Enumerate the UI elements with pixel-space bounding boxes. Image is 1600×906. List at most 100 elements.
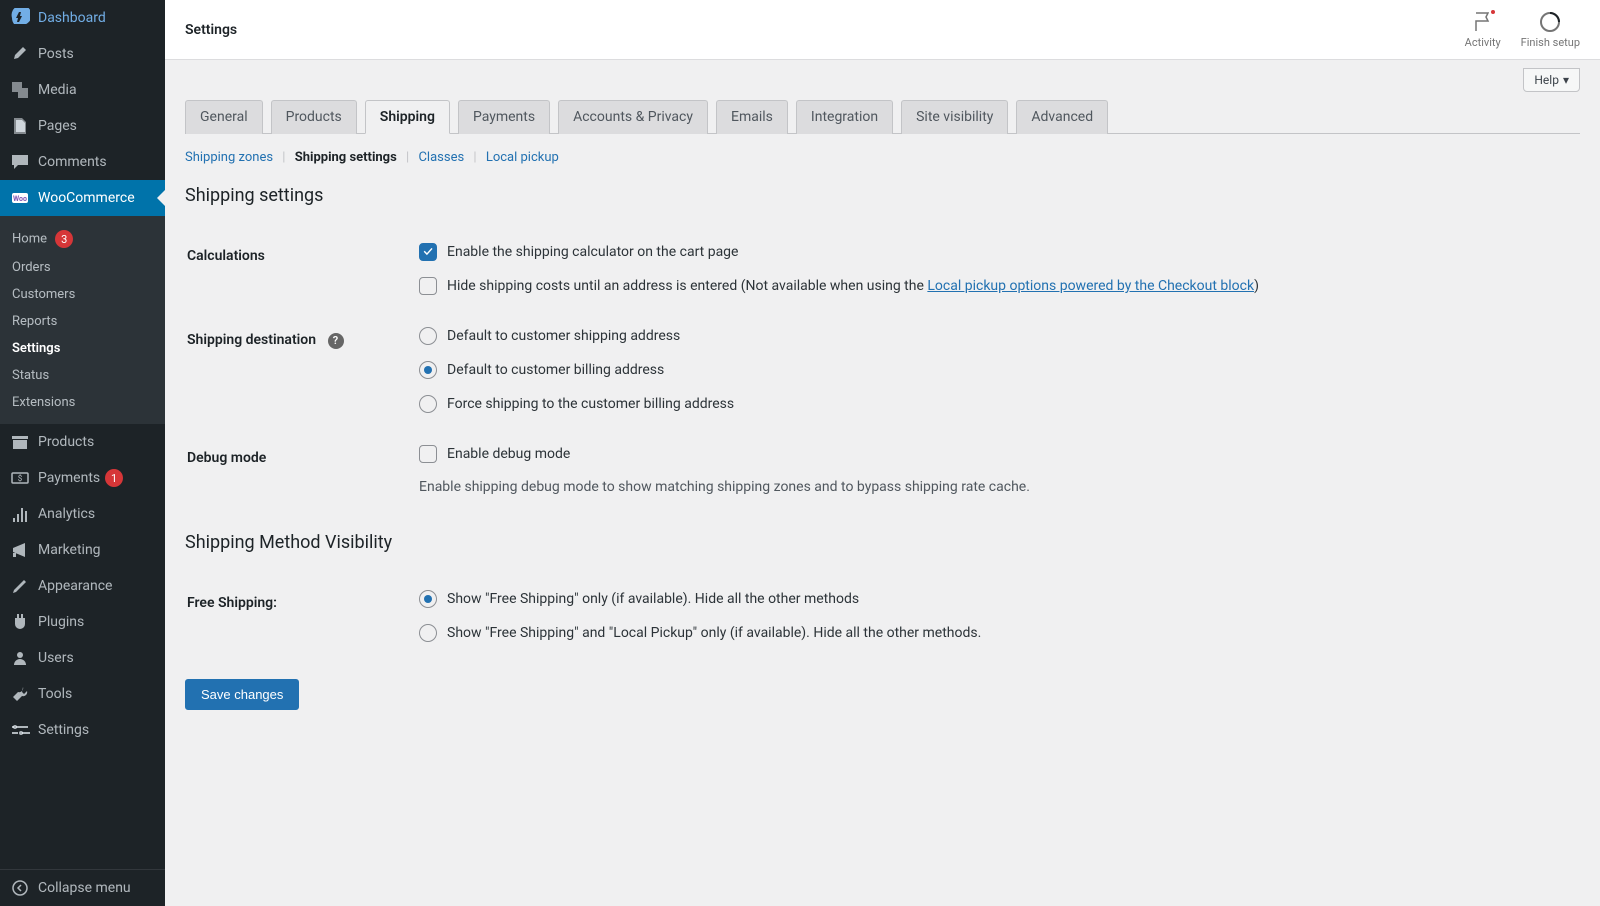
enable-calculator-checkbox[interactable] [419,243,437,261]
badge: 3 [55,230,73,248]
tools-icon [10,684,30,704]
section-heading: Shipping settings [185,185,1580,206]
help-tooltip-icon[interactable]: ? [328,333,344,349]
submenu-customers[interactable]: Customers [0,281,165,308]
freeship-local-text: Show "Free Shipping" and "Local Pickup" … [447,625,981,641]
submenu-reports[interactable]: Reports [0,308,165,335]
sidebar-item-posts[interactable]: Posts [0,36,165,72]
collapse-menu[interactable]: Collapse menu [0,869,165,906]
destination-label: Shipping destination ? [187,312,407,428]
tab-products[interactable]: Products [271,100,357,134]
help-label: Help [1534,73,1559,87]
sidebar-label: Tools [38,686,72,702]
submenu-label: Customers [12,287,75,302]
dest-billing-text: Default to customer billing address [447,362,664,378]
tab-general[interactable]: General [185,100,263,134]
sidebar-item-comments[interactable]: Comments [0,144,165,180]
sidebar-item-users[interactable]: Users [0,640,165,676]
topbar: Settings Activity Finish setup [165,0,1600,60]
sidebar-item-appearance[interactable]: Appearance [0,568,165,604]
sidebar-item-plugins[interactable]: Plugins [0,604,165,640]
admin-sidebar: Dashboard Posts Media Pages Comments Woo… [0,0,165,906]
analytics-icon [10,504,30,524]
save-button[interactable]: Save changes [185,679,299,710]
sidebar-label: Appearance [38,578,112,594]
sidebar-item-analytics[interactable]: Analytics [0,496,165,532]
local-pickup-link[interactable]: Local pickup options powered by the Chec… [927,278,1254,294]
tab-advanced[interactable]: Advanced [1016,100,1108,134]
tab-site-visibility[interactable]: Site visibility [901,100,1008,134]
submenu-label: Reports [12,314,57,329]
users-icon [10,648,30,668]
dest-force-radio[interactable] [419,395,437,413]
settings-icon [10,720,30,740]
subtab-shipping-zones[interactable]: Shipping zones [185,150,273,165]
separator: | [282,150,285,165]
separator: | [406,150,409,165]
section-heading: Shipping Method Visibility [185,532,1580,553]
badge: 1 [105,469,123,487]
sidebar-item-settings[interactable]: Settings [0,712,165,748]
finish-setup-label: Finish setup [1521,36,1580,49]
sidebar-item-dashboard[interactable]: Dashboard [0,0,165,36]
sidebar-label: Marketing [38,542,101,558]
sidebar-item-payments[interactable]: $ Payments 1 [0,460,165,496]
freeship-local-radio[interactable] [419,624,437,642]
comments-icon [10,152,30,172]
pages-icon [10,116,30,136]
freeship-only-radio[interactable] [419,590,437,608]
hide-costs-text: Hide shipping costs until an address is … [447,278,1259,294]
tab-accounts-privacy[interactable]: Accounts & Privacy [558,100,708,134]
woocommerce-submenu: Home 3 Orders Customers Reports Settings… [0,216,165,424]
sidebar-item-products[interactable]: Products [0,424,165,460]
sidebar-item-marketing[interactable]: Marketing [0,532,165,568]
submenu-status[interactable]: Status [0,362,165,389]
page-title: Settings [185,22,237,38]
sidebar-label: Settings [38,722,89,738]
activity-button[interactable]: Activity [1465,10,1501,49]
pin-icon [10,44,30,64]
shipping-subtabs: Shipping zones | Shipping settings | Cla… [185,150,1580,165]
svg-text:Woo: Woo [13,195,27,203]
archive-icon [10,432,30,452]
appearance-icon [10,576,30,596]
dest-billing-radio[interactable] [419,361,437,379]
sidebar-item-woocommerce[interactable]: Woo WooCommerce [0,180,165,216]
collapse-label: Collapse menu [38,880,131,896]
sidebar-label: Payments [38,470,100,486]
sidebar-item-media[interactable]: Media [0,72,165,108]
tab-payments[interactable]: Payments [458,100,550,134]
debug-description: Enable shipping debug mode to show match… [419,479,1568,495]
subtab-local-pickup[interactable]: Local pickup [486,150,559,165]
dest-shipping-radio[interactable] [419,327,437,345]
collapse-icon [10,878,30,898]
subtab-shipping-settings[interactable]: Shipping settings [295,150,397,165]
marketing-icon [10,540,30,560]
woo-icon: Woo [10,188,30,208]
subtab-classes[interactable]: Classes [418,150,464,165]
hide-costs-checkbox[interactable] [419,277,437,295]
submenu-label: Home [12,232,47,247]
debug-checkbox[interactable] [419,445,437,463]
topbar-actions: Activity Finish setup [1465,10,1580,49]
submenu-home[interactable]: Home 3 [0,224,165,254]
sidebar-item-pages[interactable]: Pages [0,108,165,144]
tab-emails[interactable]: Emails [716,100,788,134]
tab-integration[interactable]: Integration [796,100,893,134]
sidebar-item-tools[interactable]: Tools [0,676,165,712]
finish-setup-button[interactable]: Finish setup [1521,10,1580,49]
enable-calculator-text: Enable the shipping calculator on the ca… [447,244,738,260]
content-area: Settings Activity Finish setup Help ▾ Ge… [165,0,1600,906]
dest-shipping-text: Default to customer shipping address [447,328,680,344]
help-button[interactable]: Help ▾ [1523,68,1580,92]
sidebar-label: Dashboard [38,10,106,26]
submenu-extensions[interactable]: Extensions [0,389,165,416]
tab-shipping[interactable]: Shipping [365,100,450,134]
sidebar-label: WooCommerce [38,190,135,206]
submenu-label: Extensions [12,395,75,410]
submenu-settings[interactable]: Settings [0,335,165,362]
submenu-orders[interactable]: Orders [0,254,165,281]
media-icon [10,80,30,100]
sidebar-label: Products [38,434,94,450]
debug-text: Enable debug mode [447,446,570,462]
